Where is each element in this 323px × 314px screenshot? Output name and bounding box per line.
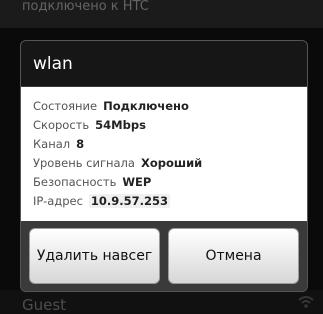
row-label: IP-адрес (33, 194, 83, 208)
row-label: Канал (33, 137, 71, 151)
row-value: Хороший (140, 156, 203, 170)
dialog-buttons: Удалить навсег Отмена (21, 221, 307, 291)
security-row: Безопасность WEP (33, 175, 295, 189)
ip-address-row: IP-адрес 10.9.57.253 (33, 194, 295, 208)
dialog-title: wlan (21, 41, 307, 87)
cancel-button[interactable]: Отмена (168, 228, 299, 284)
channel-row: Канал 8 (33, 137, 295, 151)
speed-row: Скорость 54Mbps (33, 118, 295, 132)
row-label: Уровень сигнала (33, 156, 135, 170)
row-value: 10.9.57.253 (88, 194, 171, 208)
row-value: 54Mbps (95, 118, 146, 132)
status-row: Состояние Подключено (33, 99, 295, 113)
row-value: Подключено (103, 99, 189, 113)
row-value: WEP (122, 175, 152, 189)
forget-network-button[interactable]: Удалить навсег (29, 228, 160, 284)
row-value: 8 (76, 137, 85, 151)
row-label: Скорость (33, 118, 90, 132)
dialog-body: Состояние Подключено Скорость 54Mbps Кан… (21, 87, 307, 221)
row-label: Безопасность (33, 175, 117, 189)
row-label: Состояние (33, 99, 98, 113)
network-details-dialog: wlan Состояние Подключено Скорость 54Mbp… (20, 40, 308, 292)
signal-strength-row: Уровень сигнала Хороший (33, 156, 295, 170)
